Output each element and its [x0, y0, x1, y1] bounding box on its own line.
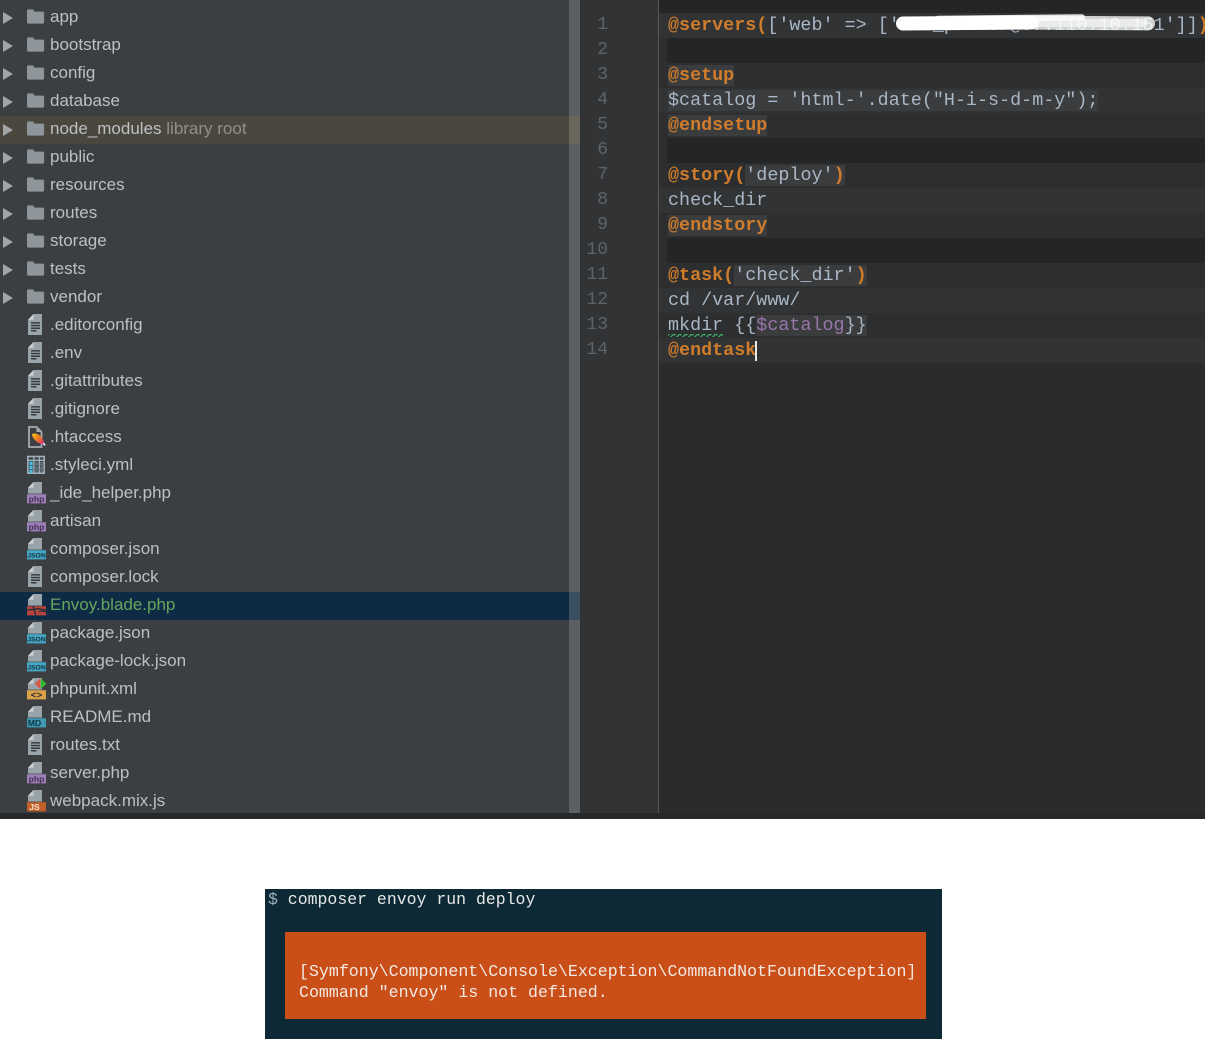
svg-text:MD: MD	[28, 718, 41, 728]
svg-text:<>: <>	[31, 690, 43, 701]
svg-text:JSON: JSON	[27, 552, 46, 559]
svg-text:php: php	[29, 774, 45, 784]
svg-text:JSON: JSON	[27, 664, 46, 671]
svg-text:php: php	[29, 522, 45, 532]
svg-text:php: php	[29, 494, 45, 504]
svg-text:JSON: JSON	[27, 636, 46, 643]
svg-text:JS: JS	[29, 802, 40, 812]
